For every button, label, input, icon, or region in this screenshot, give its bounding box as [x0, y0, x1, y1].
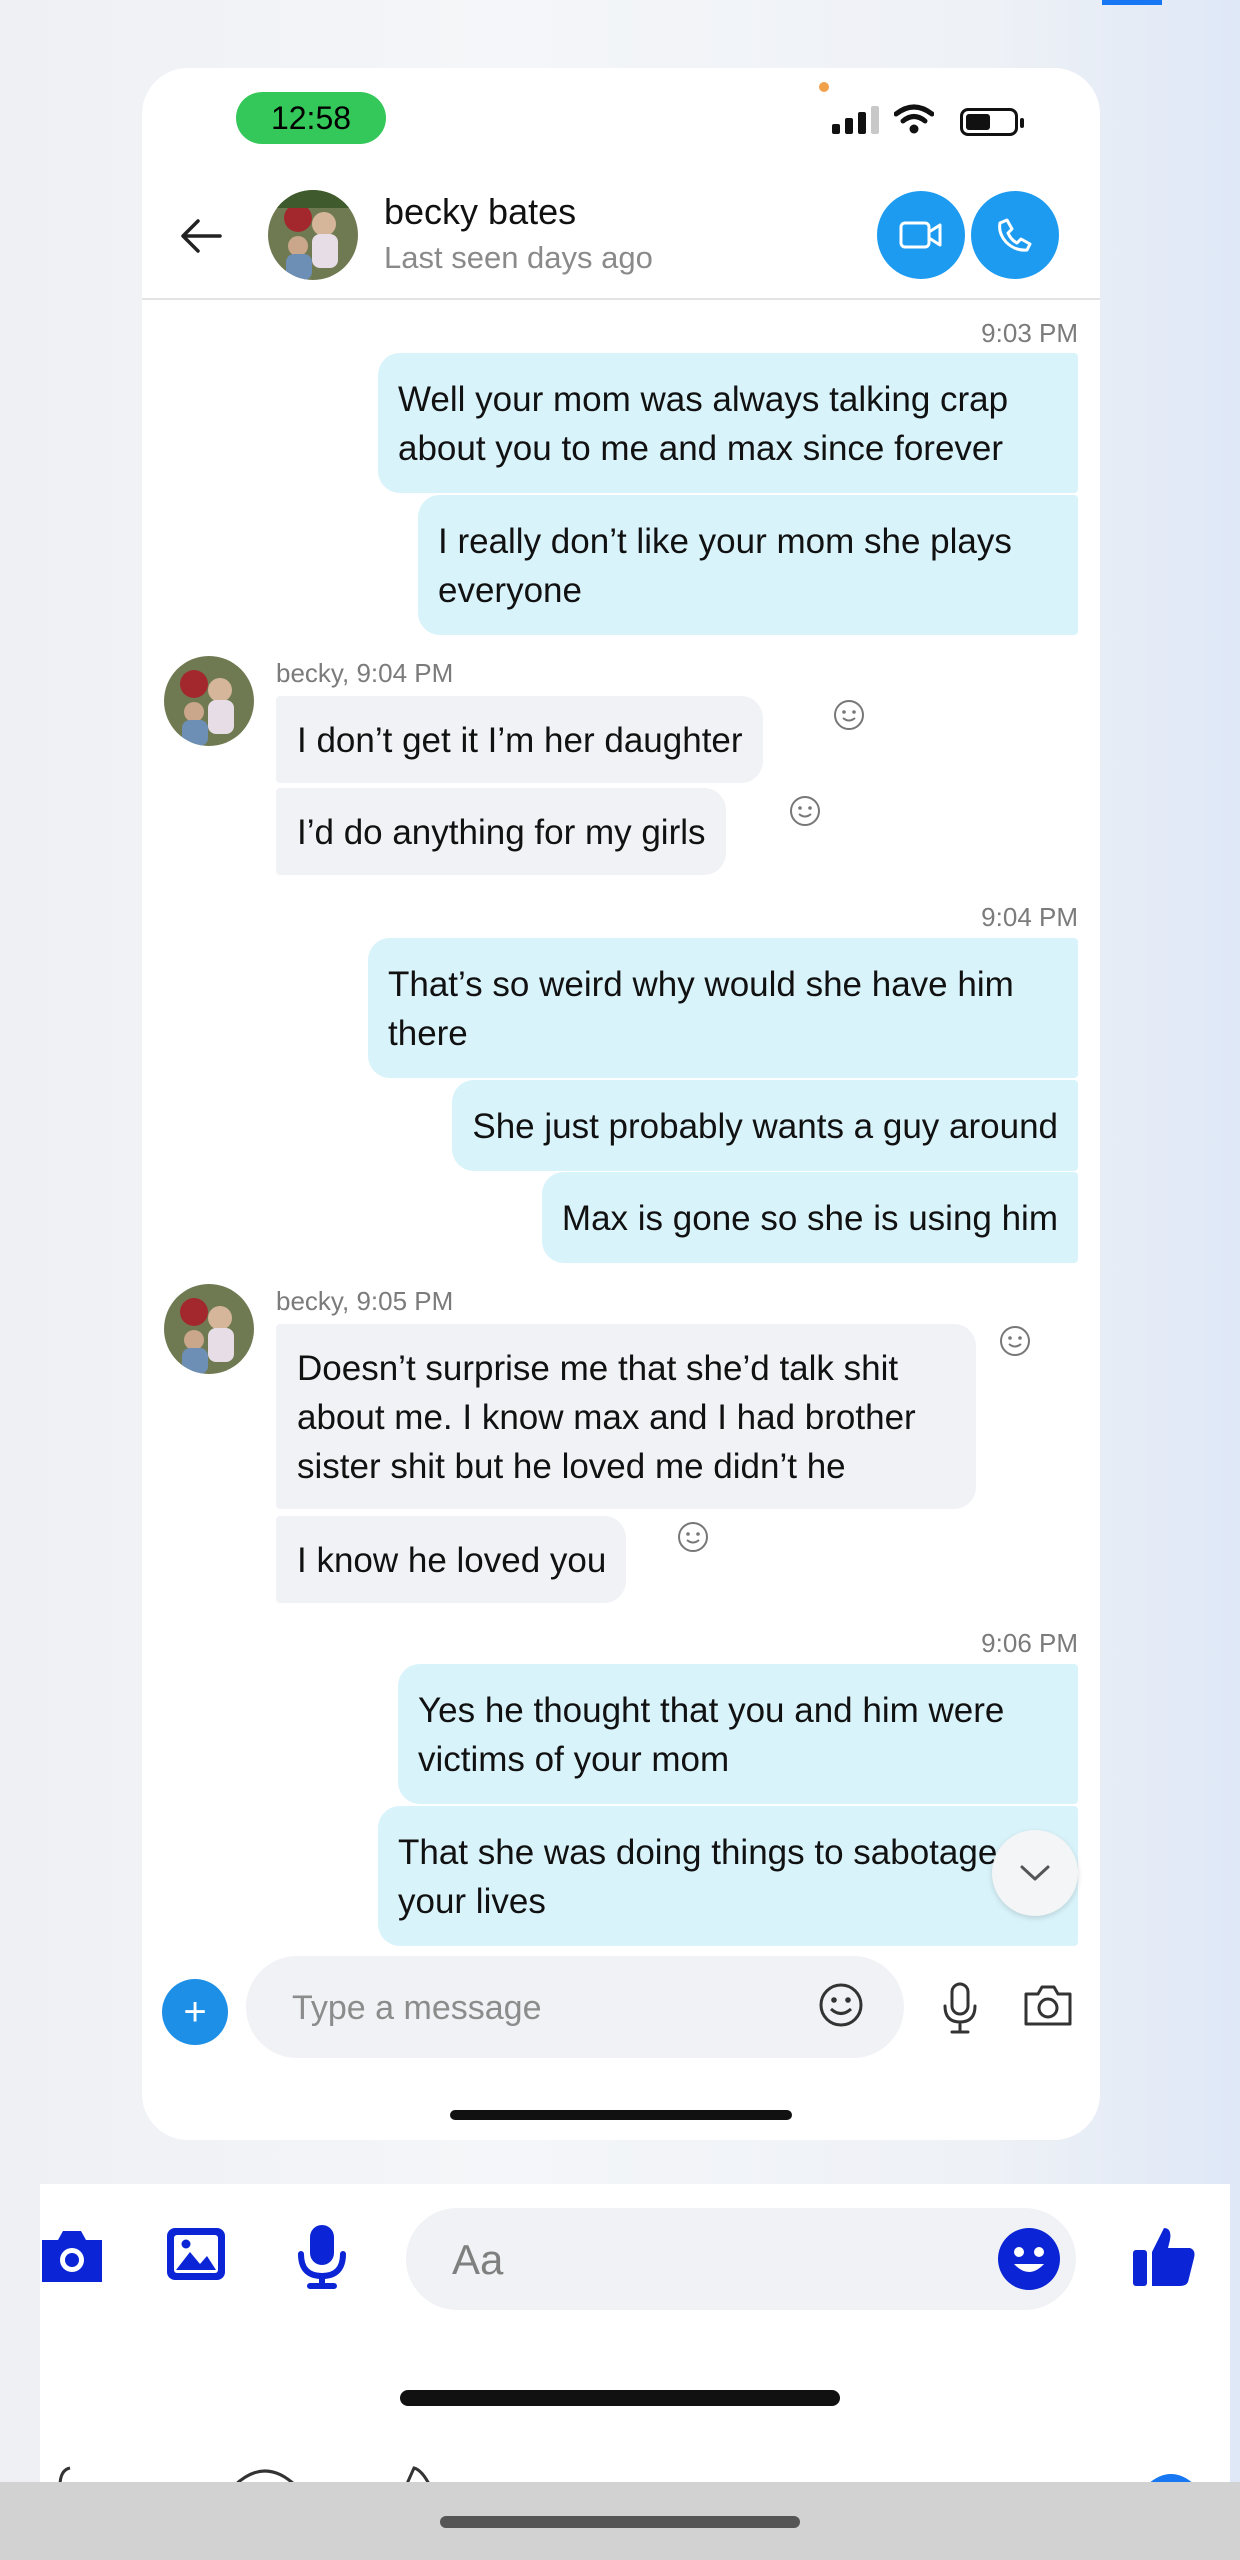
phone-call-icon — [998, 218, 1032, 252]
incoming-message[interactable]: I’d do anything for my girls — [276, 788, 726, 875]
timestamp: 9:04 PM — [981, 902, 1078, 932]
contact-name: becky bates — [384, 191, 577, 232]
smiley-react-icon[interactable] — [676, 1520, 710, 1554]
video-call-icon — [899, 221, 942, 249]
home-indicator — [400, 2390, 840, 2406]
signal-icon — [832, 106, 879, 134]
outgoing-message[interactable]: That she was doing things to sabotage yo… — [378, 1806, 1078, 1946]
battery-icon — [960, 108, 1024, 136]
emoji-icon[interactable] — [996, 2226, 1062, 2292]
incoming-message[interactable]: I know he loved you — [276, 1516, 627, 1603]
sender-label: becky, 9:04 PM — [276, 658, 454, 688]
smiley-react-icon[interactable] — [998, 1324, 1032, 1358]
top-edge-accent — [1102, 0, 1162, 5]
outgoing-message[interactable]: Well your mom was always talking crap ab… — [378, 353, 1078, 493]
outgoing-message[interactable]: Yes he thought that you and him were vic… — [398, 1664, 1078, 1804]
scroll-to-bottom-button[interactable] — [992, 1830, 1078, 1916]
outgoing-message[interactable]: Max is gone so she is using him — [541, 1172, 1078, 1263]
privacy-dot — [819, 82, 829, 92]
outgoing-message[interactable]: I really don’t like your mom she plays e… — [418, 495, 1078, 635]
sender-label: becky, 9:05 PM — [276, 1286, 454, 1316]
emoji-icon[interactable] — [816, 1980, 866, 2030]
sender-avatar[interactable] — [164, 656, 254, 746]
incoming-message[interactable]: I don’t get it I’m her daughter — [276, 696, 763, 783]
message-input-container — [246, 1956, 904, 2058]
outgoing-message[interactable]: That’s so weird why would she have him t… — [368, 938, 1078, 1078]
timestamp: 9:06 PM — [981, 1628, 1078, 1658]
outer-message-input[interactable] — [450, 2234, 954, 2286]
timestamp: 9:03 PM — [981, 318, 1078, 348]
inner-screenshot: 12:58 becky bates Last seen days ago 9:0… — [142, 68, 1100, 2140]
last-seen-status: Last seen days ago — [384, 240, 653, 275]
incoming-message[interactable]: Doesn’t surprise me that she’d talk shit… — [276, 1324, 976, 1509]
thumbs-up-icon[interactable] — [1130, 2222, 1198, 2290]
phone-call-button[interactable] — [971, 191, 1059, 279]
chevron-down-icon — [1020, 1865, 1050, 1881]
camera-icon[interactable] — [38, 2226, 106, 2286]
status-time: 12:58 — [236, 92, 386, 144]
video-call-button[interactable] — [877, 191, 965, 279]
message-input[interactable] — [290, 1982, 794, 2034]
microphone-icon[interactable] — [940, 1980, 980, 2036]
smiley-react-icon[interactable] — [788, 794, 822, 828]
home-indicator — [450, 2110, 792, 2120]
attach-plus-button[interactable]: + — [162, 1979, 228, 2045]
back-arrow-icon[interactable] — [176, 210, 228, 262]
microphone-icon[interactable] — [294, 2222, 350, 2290]
smiley-react-icon[interactable] — [832, 698, 866, 732]
wifi-icon — [894, 104, 934, 134]
outgoing-message[interactable]: She just probably wants a guy around — [452, 1080, 1078, 1171]
outer-message-input-container — [406, 2208, 1076, 2310]
image-icon[interactable] — [164, 2224, 228, 2284]
sender-avatar[interactable] — [164, 1284, 254, 1374]
contact-avatar[interactable] — [268, 190, 358, 280]
header-divider — [142, 298, 1100, 300]
camera-icon[interactable] — [1022, 1982, 1074, 2028]
home-indicator — [440, 2516, 800, 2528]
